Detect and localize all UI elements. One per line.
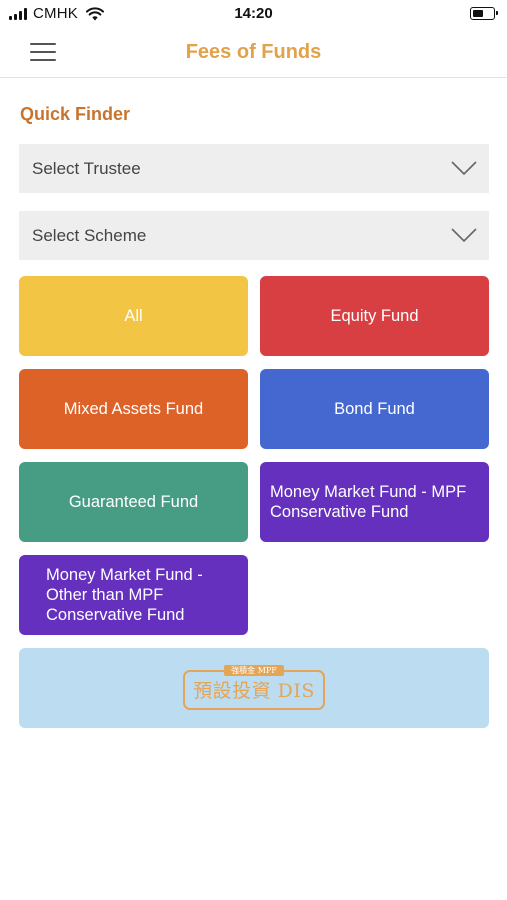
nav-bar: Fees of Funds (0, 28, 507, 78)
page-title: Fees of Funds (185, 41, 322, 63)
fund-type-label: All (124, 307, 143, 325)
fund-type-mixed-assets-button[interactable]: Mixed Assets Fund (19, 369, 248, 449)
fund-type-label: Money Market Fund - MPF Conservative Fun… (270, 483, 467, 521)
chevron-down-icon (451, 228, 477, 243)
dis-logo-top-text: 強積金 MPF (224, 665, 284, 676)
fund-type-money-market-mpf-conservative-button[interactable]: Money Market Fund - MPF Conservative Fun… (260, 462, 489, 542)
quick-finder-title: Quick Finder (20, 104, 131, 124)
select-scheme-dropdown[interactable]: Select Scheme (19, 211, 489, 260)
chevron-down-icon (451, 161, 477, 176)
battery-icon (470, 7, 498, 20)
fund-type-equity-button[interactable]: Equity Fund (260, 276, 489, 356)
select-scheme-label: Select Scheme (32, 226, 147, 245)
dis-banner[interactable]: 強積金 MPF 預設投資 DIS (19, 648, 489, 728)
dis-logo-main-text: 預設投資 DIS (193, 680, 315, 702)
fund-type-label: Mixed Assets Fund (63, 400, 204, 418)
fund-type-label: Bond Fund (334, 400, 415, 418)
fund-type-money-market-other-button[interactable]: Money Market Fund - Other than MPF Conse… (19, 555, 248, 635)
status-time: 14:20 (234, 5, 273, 22)
fund-type-label: Guaranteed Fund (68, 493, 199, 511)
status-bar: CMHK 14:20 (0, 0, 507, 28)
fund-type-guaranteed-button[interactable]: Guaranteed Fund (19, 462, 248, 542)
fund-type-all-button[interactable]: All (19, 276, 248, 356)
fund-type-bond-button[interactable]: Bond Fund (260, 369, 489, 449)
select-trustee-dropdown[interactable]: Select Trustee (19, 144, 489, 193)
select-trustee-label: Select Trustee (32, 159, 141, 178)
fund-type-label: Equity Fund (330, 307, 419, 325)
fund-type-label: Money Market Fund - Other than MPF Conse… (46, 566, 203, 624)
dis-logo: 強積金 MPF 預設投資 DIS (183, 665, 325, 711)
